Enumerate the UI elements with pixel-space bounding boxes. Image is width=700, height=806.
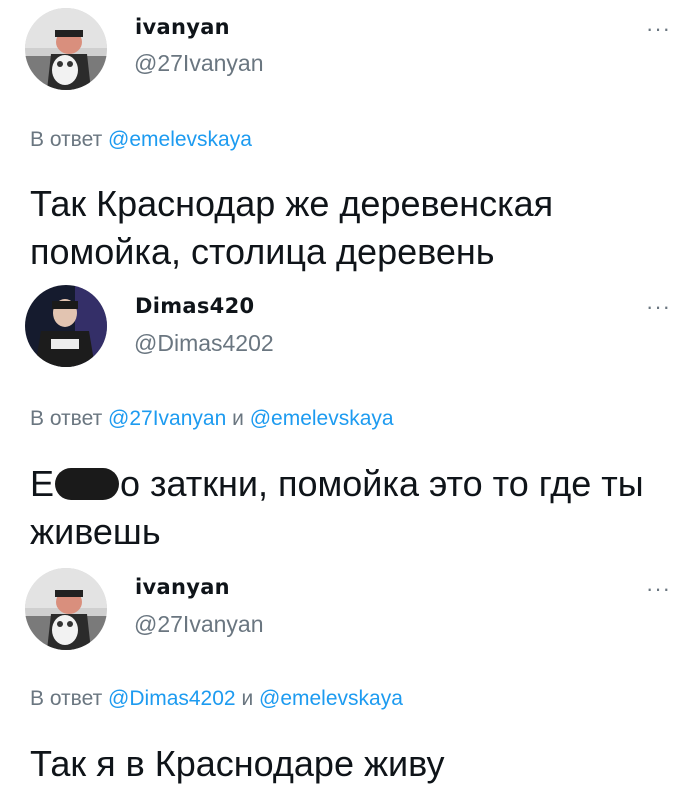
tweet-text: Ео заткни, помойка это то где ты живешь [30,460,680,556]
reply-conjunction: и [232,407,244,430]
reply-prefix: В ответ [30,407,103,430]
reply-context: В ответ @emelevskaya [30,128,252,152]
avatar-photo-icon [25,568,107,650]
user-handle[interactable]: @27Ivanyan [134,50,264,77]
tweet-text: Так Краснодар же деревенская помойка, ст… [30,183,554,272]
more-options-icon[interactable]: ··· [646,296,671,318]
mention-link[interactable]: @emelevskaya [259,687,403,710]
reply-context: В ответ @27Ivanyan и @emelevskaya [30,407,394,431]
reply-context: В ответ @Dimas4202 и @emelevskaya [30,687,403,711]
avatar[interactable] [25,568,107,650]
display-name[interactable]: ivanyan [135,575,230,599]
tweet: ivanyan @27Ivanyan ··· В ответ @emelevsk… [0,0,700,280]
tweet: Dimas420 @Dimas4202 ··· В ответ @27Ivany… [0,280,700,560]
censor-blob [55,468,120,500]
reply-conjunction: и [241,687,254,710]
tweet: ivanyan @27Ivanyan ··· В ответ @Dimas420… [0,560,700,806]
mention-link[interactable]: @27Ivanyan [108,407,226,430]
tweet-text-start: Е [30,463,55,504]
more-options-icon[interactable]: ··· [646,18,671,40]
tweet-text-rest: о заткни, помойка это то где ты живешь [30,463,644,552]
user-handle[interactable]: @Dimas4202 [134,330,274,357]
tweet-text: Так я в Краснодаре живу [30,743,445,784]
user-handle[interactable]: @27Ivanyan [134,611,264,638]
display-name[interactable]: Dimas420 [135,294,254,318]
mention-link[interactable]: @emelevskaya [250,407,394,430]
avatar[interactable] [25,8,107,90]
display-name[interactable]: ivanyan [135,15,230,39]
avatar-photo-icon [25,285,107,367]
mention-link[interactable]: @emelevskaya [108,128,252,151]
reply-prefix: В ответ [30,128,103,151]
avatar-photo-icon [25,8,107,90]
reply-prefix: В ответ [30,687,103,710]
more-options-icon[interactable]: ··· [646,578,671,600]
avatar[interactable] [25,285,107,367]
mention-link[interactable]: @Dimas4202 [108,687,236,710]
